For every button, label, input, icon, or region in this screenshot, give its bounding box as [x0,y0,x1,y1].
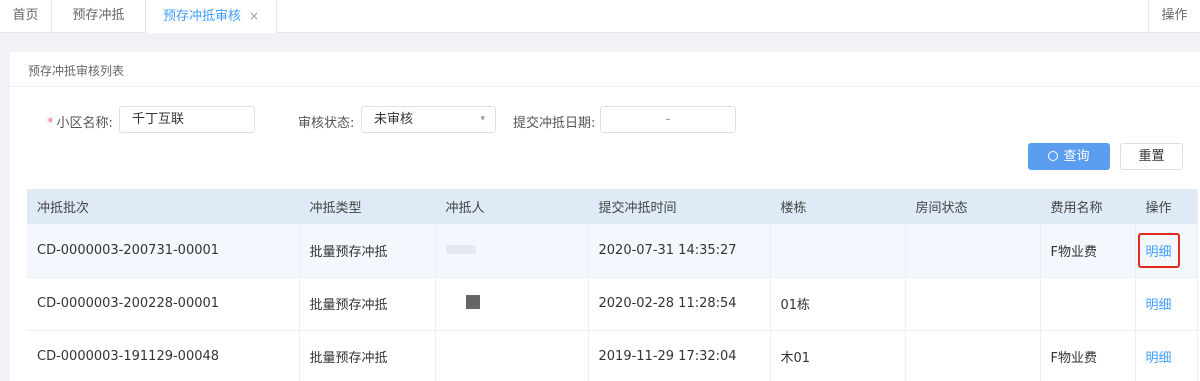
room-status-cell [905,277,1041,331]
community-label-text: 小区名称: [56,116,113,131]
room-status-cell [905,330,1041,381]
chevron-down-icon: ▾ [480,114,485,124]
tab-home[interactable]: 首页 [0,0,52,33]
tab-operations-menu[interactable]: 操作 [1148,0,1200,33]
fee-cell: F物业费 [1040,224,1136,278]
operator-cell [435,330,589,381]
status-select-value: 未审核 [374,112,414,127]
column-header[interactable]: 提交冲抵时间 [588,189,771,224]
action-cell: 明细 [1135,277,1198,331]
batch-cell: CD-0000003-191129-00048 [27,330,300,381]
required-mark: * [47,116,54,131]
detail-link-highlighted[interactable]: 明细 [1137,232,1180,268]
table-row[interactable]: CD-0000003-191129-00048 批量预存冲抵 2019-11-2… [27,330,1198,381]
type-cell: 批量预存冲抵 [299,330,436,381]
column-header[interactable]: 费用名称 [1040,189,1136,224]
tab-label: 预存冲抵审核 [162,9,241,24]
detail-link[interactable]: 明细 [1146,298,1172,313]
operator-cell [435,224,589,278]
page-title: 预存冲抵审核列表 [28,64,125,78]
table-row[interactable]: CD-0000003-200228-00001 批量预存冲抵 2020-02-2… [27,277,1198,331]
column-header[interactable]: 房间状态 [905,189,1041,224]
tab-bar: 首页 预存冲抵 预存冲抵审核 × 操作 [0,0,1200,33]
audit-table: 冲抵批次 冲抵类型 冲抵人 提交冲抵时间 楼栋 房间状态 费用名称 操作 CD-… [27,189,1198,381]
redacted-name [465,294,480,309]
type-cell: 批量预存冲抵 [299,224,436,278]
batch-cell: CD-0000003-200731-00001 [27,224,300,278]
date-range-input[interactable]: - [600,106,736,133]
close-icon[interactable]: × [249,9,259,23]
time-cell: 2020-02-28 11:28:54 [588,277,771,331]
reset-button[interactable]: 重置 [1120,143,1183,170]
time-cell: 2020-07-31 14:35:27 [588,224,771,278]
room-status-cell [905,224,1041,278]
tab-prepay-offset[interactable]: 预存冲抵 [52,0,146,33]
search-button[interactable]: 查询 [1028,143,1110,170]
column-header[interactable]: 操作 [1135,189,1198,224]
batch-cell: CD-0000003-200228-00001 [27,277,300,331]
column-header[interactable]: 冲抵类型 [299,189,436,224]
status-select[interactable]: 未审核 ▾ [361,106,496,133]
search-icon [1048,151,1059,161]
column-header[interactable]: 冲抵批次 [27,189,300,224]
fee-cell [1040,277,1136,331]
table-row[interactable]: CD-0000003-200731-00001 批量预存冲抵 2020-07-3… [27,224,1198,278]
fee-cell: F物业费 [1040,330,1136,381]
type-cell: 批量预存冲抵 [299,277,436,331]
date-range-separator: - [665,112,671,127]
date-label: 提交冲抵日期: [513,116,596,131]
divider [10,86,1200,87]
tab-prepay-offset-review[interactable]: 预存冲抵审核 × [146,0,277,33]
column-header[interactable]: 冲抵人 [435,189,589,224]
detail-link[interactable]: 明细 [1146,351,1172,366]
building-cell [770,224,906,278]
search-button-label: 查询 [1063,149,1090,164]
operator-cell [435,277,589,331]
redacted-name [445,244,476,254]
building-cell: 01栋 [770,277,906,331]
action-cell: 明细 [1135,224,1198,278]
community-label: * 小区名称: [47,112,113,131]
time-cell: 2019-11-29 17:32:04 [588,330,771,381]
community-input[interactable]: 千丁互联 [119,106,255,133]
table-header-row: 冲抵批次 冲抵类型 冲抵人 提交冲抵时间 楼栋 房间状态 费用名称 操作 [27,189,1198,224]
action-cell: 明细 [1135,330,1198,381]
status-label: 审核状态: [298,116,355,131]
building-cell: 木01 [770,330,906,381]
column-header[interactable]: 楼栋 [770,189,906,224]
